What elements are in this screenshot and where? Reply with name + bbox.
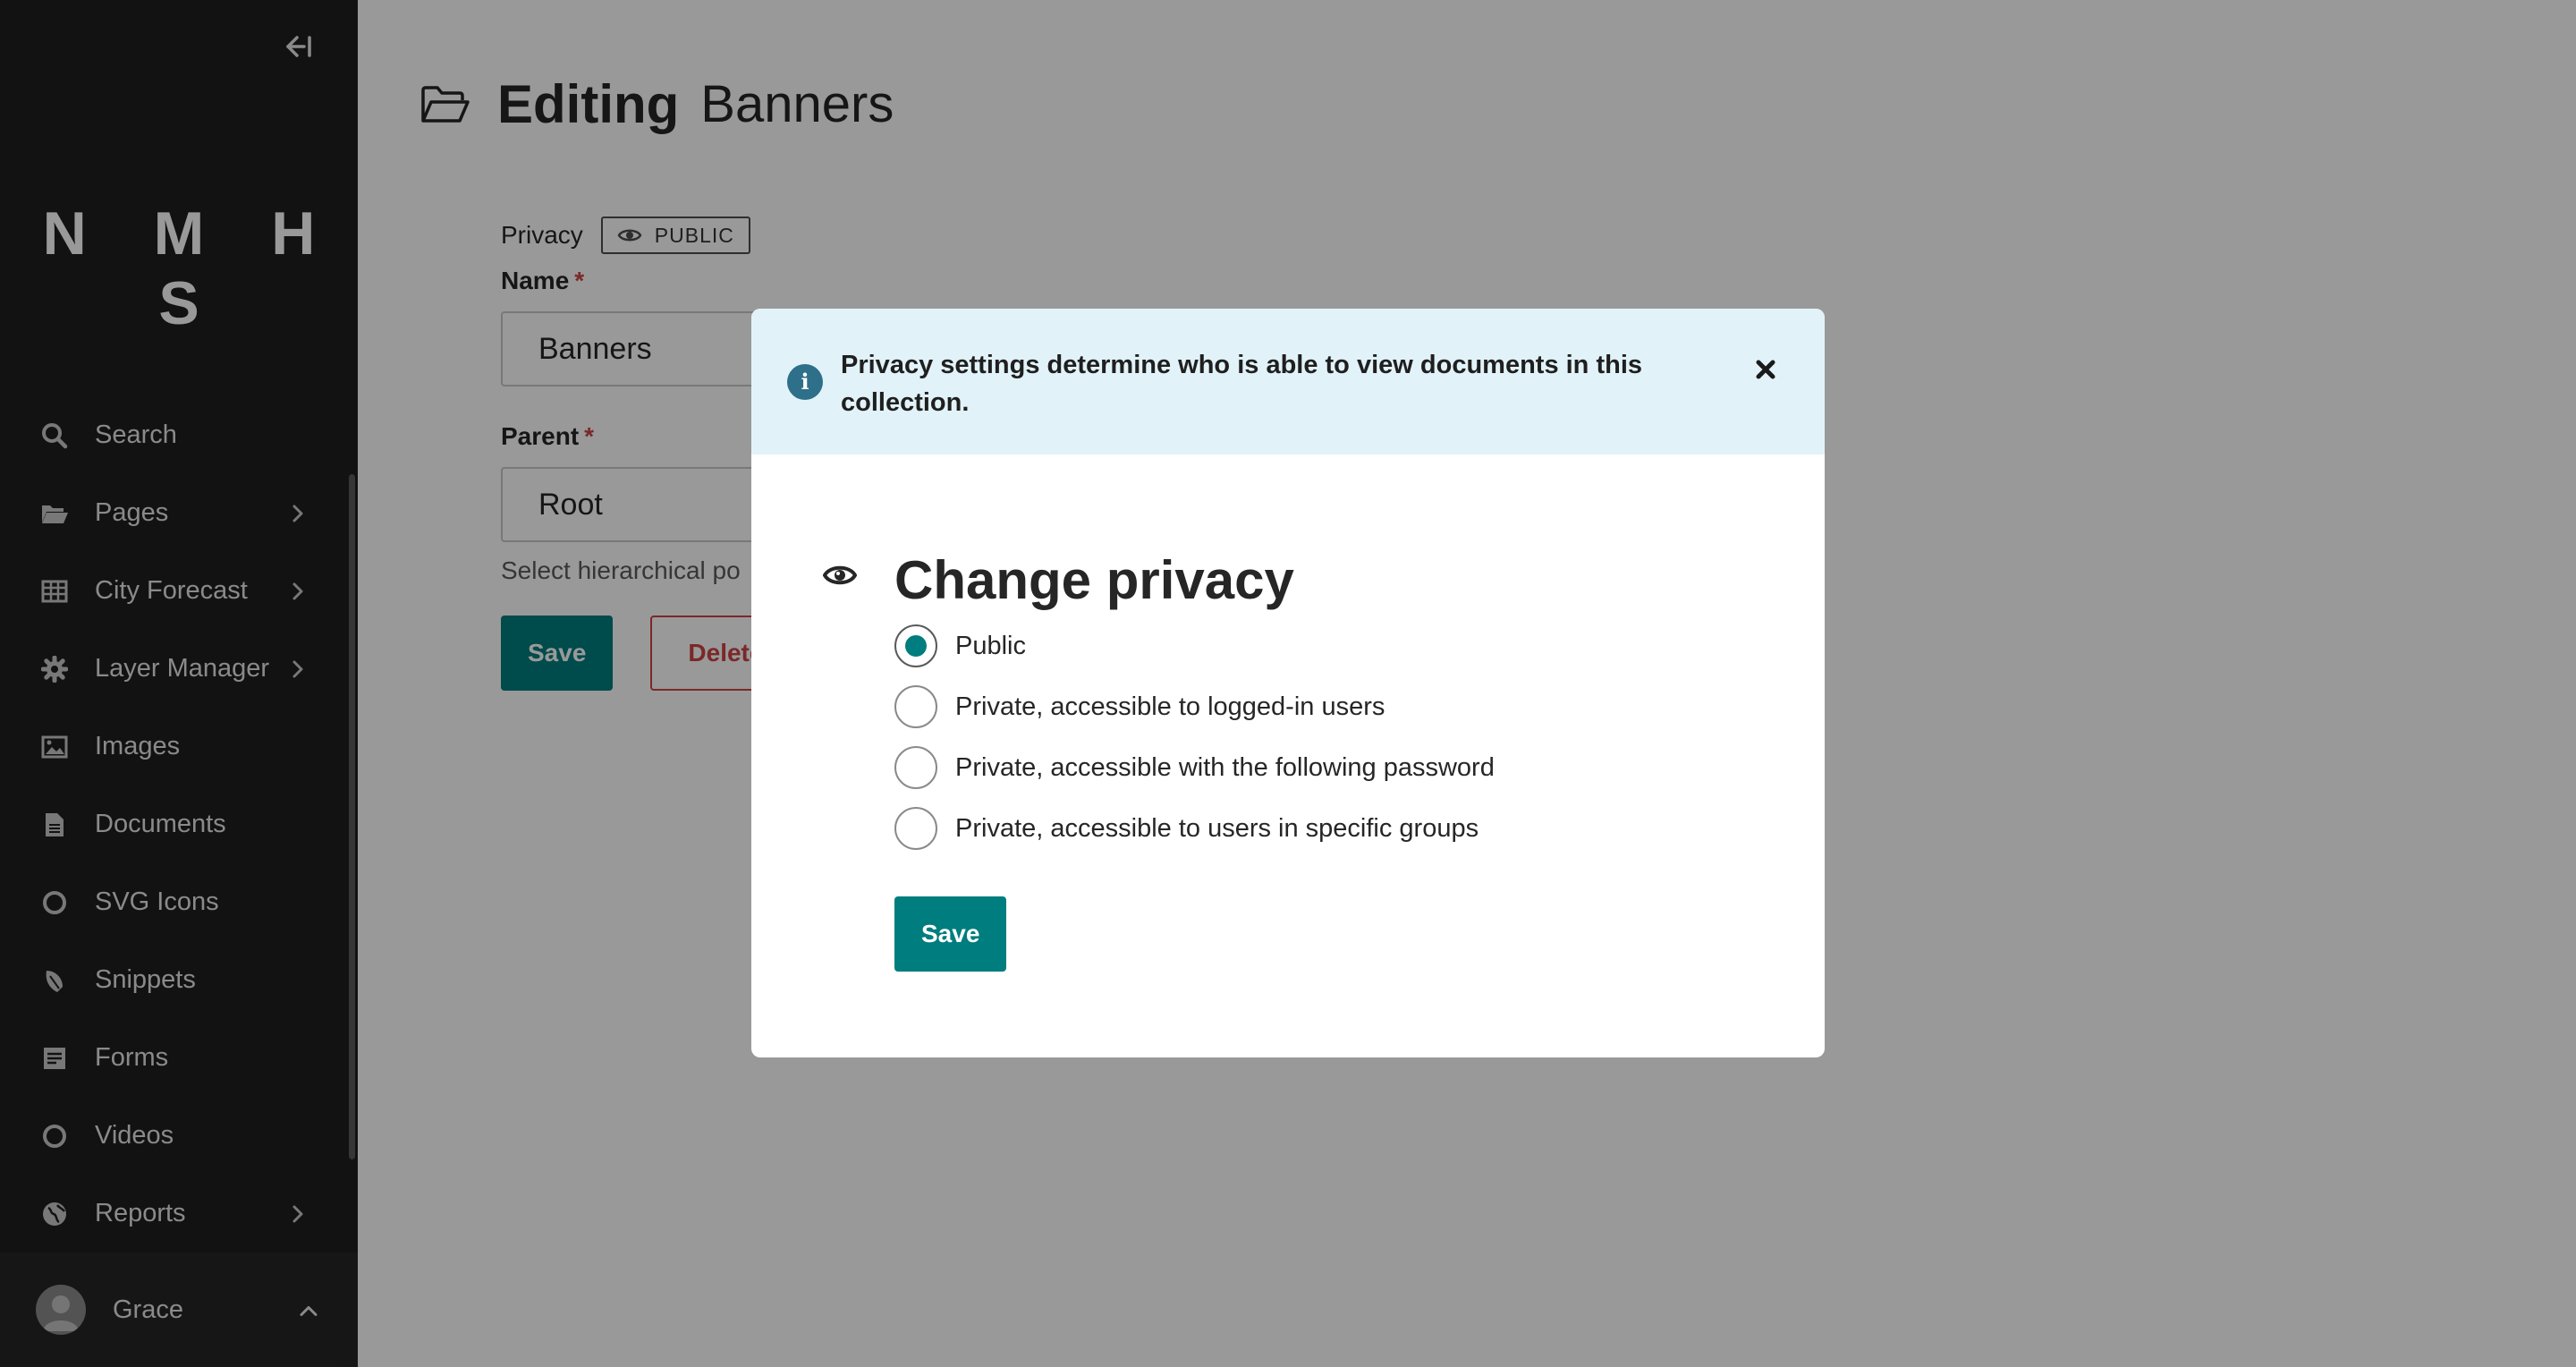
privacy-option-logged-in[interactable]: Private, accessible to logged-in users — [894, 676, 1825, 737]
modal-save-button[interactable]: Save — [894, 896, 1007, 972]
modal-body: Change privacy Public Private, accessibl… — [751, 454, 1825, 972]
radio-button[interactable] — [894, 624, 937, 667]
close-icon — [1756, 360, 1775, 379]
option-label: Private, accessible to users in specific… — [955, 813, 1479, 843]
privacy-modal: i Privacy settings determine who is able… — [751, 309, 1825, 1057]
modal-title: Change privacy — [894, 549, 1294, 610]
privacy-options: Public Private, accessible to logged-in … — [894, 616, 1825, 859]
option-label: Private, accessible with the following p… — [955, 752, 1495, 782]
radio-button[interactable] — [894, 685, 937, 728]
privacy-option-public[interactable]: Public — [894, 616, 1825, 676]
modal-title-row: Change privacy — [823, 544, 1825, 616]
help-text: Privacy settings determine who is able t… — [841, 351, 1643, 417]
info-icon: i — [787, 364, 823, 400]
close-button[interactable] — [1748, 352, 1784, 387]
radio-button[interactable] — [894, 807, 937, 850]
modal-help-banner: i Privacy settings determine who is able… — [751, 309, 1825, 454]
privacy-option-password[interactable]: Private, accessible with the following p… — [894, 737, 1825, 798]
privacy-option-groups[interactable]: Private, accessible to users in specific… — [894, 798, 1825, 859]
option-label: Private, accessible to logged-in users — [955, 692, 1385, 721]
radio-button[interactable] — [894, 746, 937, 789]
option-label: Public — [955, 631, 1026, 660]
eye-icon — [823, 565, 857, 585]
